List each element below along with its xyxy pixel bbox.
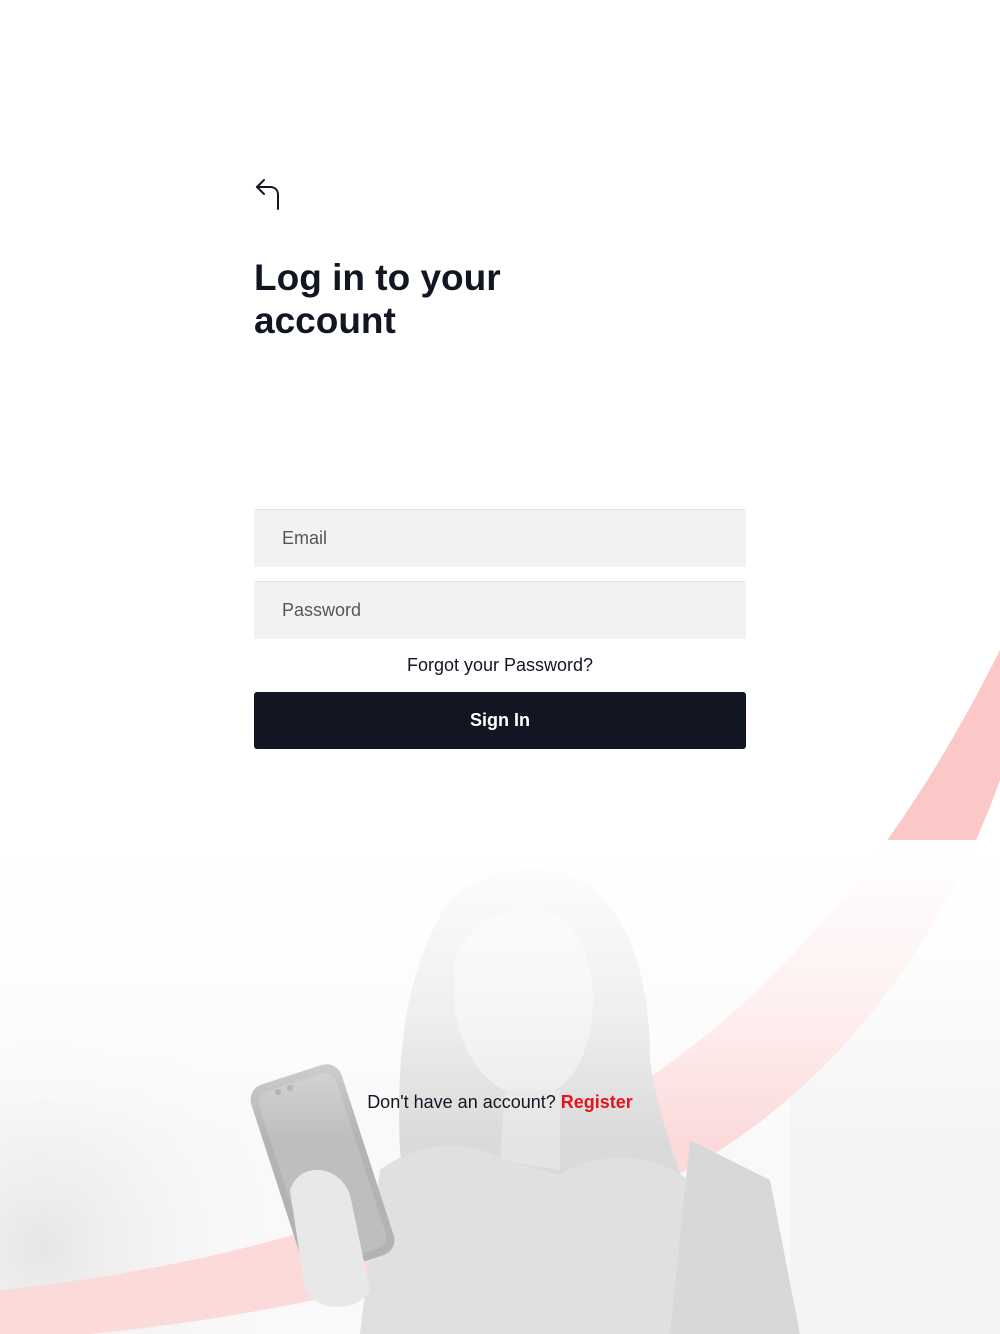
register-link[interactable]: Register: [561, 1092, 633, 1112]
login-screen: Log in to your account Forgot your Passw…: [0, 0, 1000, 1334]
register-prompt: Don't have an account? Register: [200, 1092, 800, 1113]
back-button[interactable]: [250, 172, 286, 214]
email-field[interactable]: [254, 509, 746, 567]
forgot-password-link[interactable]: Forgot your Password?: [254, 655, 746, 676]
password-field[interactable]: [254, 581, 746, 639]
page-title: Log in to your account: [254, 257, 501, 341]
sign-in-button[interactable]: Sign In: [254, 692, 746, 749]
register-prompt-text: Don't have an account?: [367, 1092, 556, 1112]
login-content: Log in to your account Forgot your Passw…: [0, 0, 1000, 1334]
back-arrow-icon: [256, 179, 279, 210]
